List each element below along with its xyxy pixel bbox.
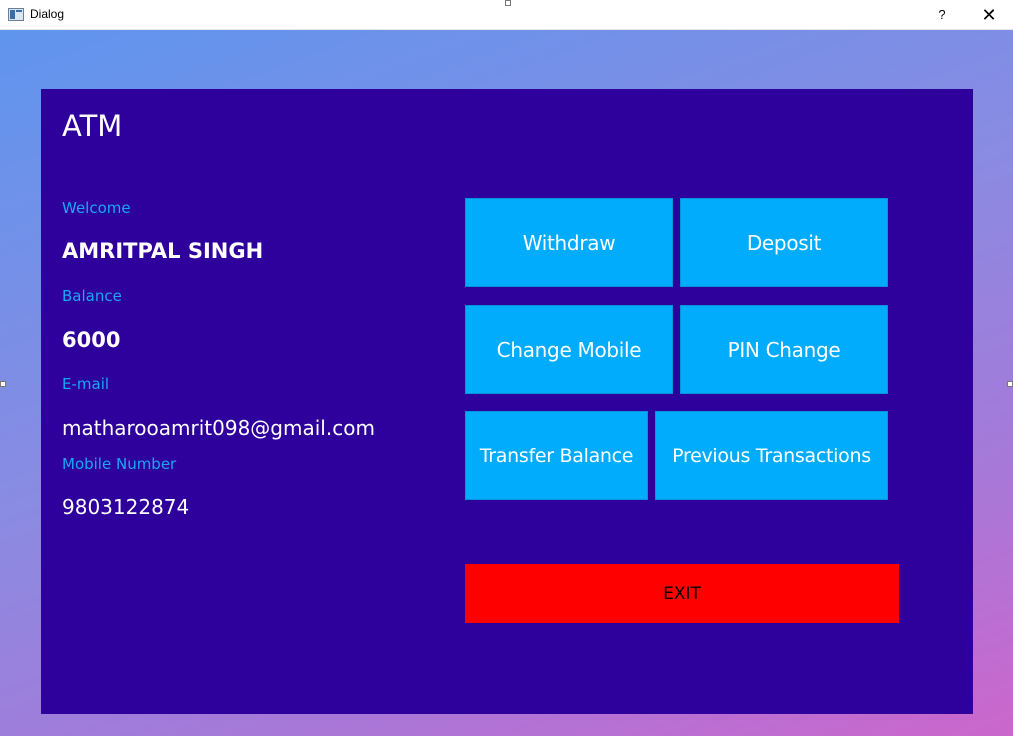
email-value: matharooamrit098@gmail.com (62, 416, 375, 440)
pin-change-button[interactable]: PIN Change (680, 305, 888, 394)
window-icon (8, 8, 24, 21)
resize-handle-top[interactable] (505, 0, 511, 6)
page-title: ATM (62, 109, 123, 143)
welcome-label: Welcome (62, 199, 131, 217)
email-label: E-mail (62, 375, 110, 393)
resize-handle-right[interactable] (1007, 381, 1013, 387)
resize-handle-left[interactable] (0, 381, 6, 387)
user-name: AMRITPAL SINGH (62, 239, 264, 263)
mobile-label: Mobile Number (62, 455, 177, 473)
balance-label: Balance (62, 287, 122, 305)
help-button[interactable]: ? (928, 1, 956, 29)
deposit-button[interactable]: Deposit (680, 198, 888, 287)
previous-transactions-button[interactable]: Previous Transactions (655, 411, 888, 500)
change-mobile-button[interactable]: Change Mobile (465, 305, 673, 394)
atm-panel: ATM Welcome AMRITPAL SINGH Balance 6000 … (41, 89, 973, 714)
withdraw-button[interactable]: Withdraw (465, 198, 673, 287)
transfer-balance-button[interactable]: Transfer Balance (465, 411, 648, 500)
close-button[interactable]: ✕ (975, 1, 1003, 29)
exit-button[interactable]: EXIT (465, 564, 899, 623)
window-title: Dialog (30, 7, 65, 21)
balance-value: 6000 (62, 328, 121, 352)
mobile-value: 9803122874 (62, 495, 190, 519)
